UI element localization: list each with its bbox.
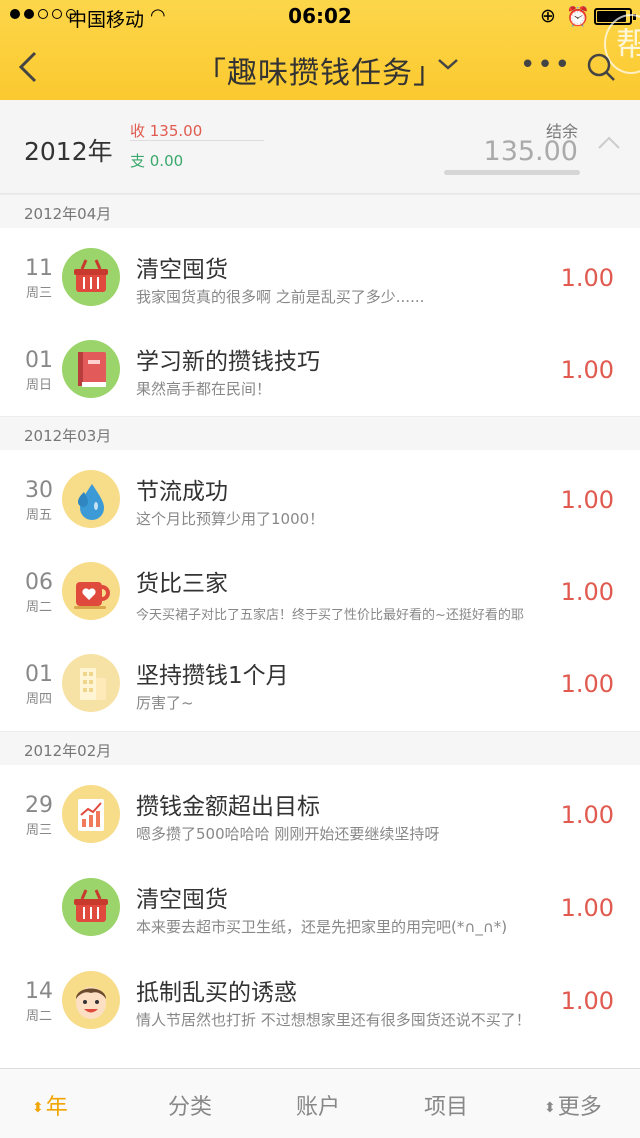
heart-cup-icon xyxy=(62,562,120,620)
item-note: 我家囤货真的很多啊 之前是乱买了多少...... xyxy=(136,288,425,306)
item-title: 节流成功 xyxy=(136,479,228,505)
tab-label: 分类 xyxy=(168,1095,213,1120)
book-icon xyxy=(62,340,120,398)
tab-label: 更多 xyxy=(557,1095,602,1120)
item-note: 嗯多攒了500哈哈哈 刚刚开始还要继续坚持呀 xyxy=(136,825,440,843)
item-weekday: 周二 xyxy=(25,1009,52,1024)
list-item[interactable]: 06 周二 货比三家 今天买裙子对比了五家店！终于买了性价比最好看的~还挺好看的… xyxy=(0,544,640,636)
item-day: 30 xyxy=(25,478,53,503)
balance-value: 135.00 xyxy=(483,136,578,167)
item-note: 情人节居然也打折 不过想想家里还有很多囤货还说不买了！ xyxy=(136,1011,531,1029)
item-amount: 1.00 xyxy=(560,987,614,1015)
item-note: 今天买裙子对比了五家店！终于买了性价比最好看的~还挺好看的耶 xyxy=(136,608,524,623)
tab-label: 账户 xyxy=(296,1095,341,1120)
item-amount: 1.00 xyxy=(560,264,614,292)
item-amount: 1.00 xyxy=(560,578,614,606)
item-title: 攒钱金额超出目标 xyxy=(136,794,320,820)
collapse-icon[interactable] xyxy=(596,132,622,157)
item-amount: 1.00 xyxy=(560,486,614,514)
summary-expense: 支 0.00 xyxy=(130,152,184,170)
tab-account[interactable]: 账户 xyxy=(296,1089,340,1121)
item-amount: 1.00 xyxy=(560,356,614,384)
item-note: 这个月比预算少用了1000！ xyxy=(136,510,325,528)
sort-arrows-icon: ⬍ xyxy=(32,1100,44,1116)
tab-more[interactable]: ⬍更多 xyxy=(544,1089,602,1121)
item-title: 清空囤货 xyxy=(136,887,228,913)
item-note: 厉害了~ xyxy=(136,694,194,712)
water-drop-icon xyxy=(62,470,120,528)
item-weekday: 周三 xyxy=(25,823,52,838)
item-weekday: 周五 xyxy=(25,508,52,523)
item-note: 本来要去超市买卫生纸，还是先把家里的用完吧(*∩_∩*) xyxy=(136,918,508,936)
list-item[interactable]: 14 周二 抵制乱买的诱惑 情人节居然也打折 不过想想家里还有很多囤货还说不买了… xyxy=(0,953,640,1045)
basket-icon xyxy=(62,248,120,306)
item-title: 学习新的攒钱技巧 xyxy=(136,349,320,375)
item-note: 果然高手都在民间！ xyxy=(136,380,272,398)
tab-label: 项目 xyxy=(424,1095,469,1120)
sort-arrows-icon: ⬍ xyxy=(544,1100,556,1116)
more-button[interactable]: ••• xyxy=(520,50,572,80)
tab-label: 年 xyxy=(45,1095,68,1120)
item-day: 01 xyxy=(25,348,53,373)
item-amount: 1.00 xyxy=(560,670,614,698)
smiling-face-icon xyxy=(62,971,120,1029)
search-button[interactable] xyxy=(586,52,616,82)
header-bar: 中国移动 ◠ 06:02 ⊕ ⏰ 帮 「趣味攒钱任务」 ••• xyxy=(0,0,640,100)
summary-income: 收 135.00 xyxy=(130,122,203,140)
month-header: 2012年04月 xyxy=(0,194,640,228)
item-day: 06 xyxy=(25,570,53,595)
list-item[interactable]: 30 周五 节流成功 这个月比预算少用了1000！ 1.00 xyxy=(0,452,640,544)
list-item[interactable]: 11 周三 清空囤货 我家囤货真的很多啊 之前是乱买了多少...... 1.00 xyxy=(0,230,640,322)
list-item[interactable]: 清空囤货 本来要去超市买卫生纸，还是先把家里的用完吧(*∩_∩*) 1.00 xyxy=(0,860,640,952)
search-icon xyxy=(587,53,615,81)
item-day: 14 xyxy=(25,979,53,1004)
chevron-down-icon[interactable] xyxy=(436,52,460,82)
item-amount: 1.00 xyxy=(560,894,614,922)
month-header: 2012年02月 xyxy=(0,731,640,765)
tab-year[interactable]: ⬍年 xyxy=(32,1089,68,1121)
basket-icon xyxy=(62,878,120,936)
item-title: 坚持攒钱1个月 xyxy=(136,663,289,689)
item-title: 清空囤货 xyxy=(136,257,228,283)
list-item[interactable]: 01 周四 坚持攒钱1个月 厉害了~ 1.00 xyxy=(0,636,640,728)
item-title: 货比三家 xyxy=(136,571,228,597)
balance-progress-bar xyxy=(444,170,580,175)
item-day: 01 xyxy=(25,662,53,687)
item-weekday: 周日 xyxy=(25,378,52,393)
alarm-icon: ⏰ xyxy=(566,6,590,28)
app-screen: 中国移动 ◠ 06:02 ⊕ ⏰ 帮 「趣味攒钱任务」 ••• 2012年 收 … xyxy=(0,0,640,1138)
bottom-tab-bar: ⬍年 分类 账户 项目 ⬍更多 xyxy=(0,1068,640,1138)
summary-divider xyxy=(130,140,264,141)
list-item[interactable]: 01 周日 学习新的攒钱技巧 果然高手都在民间！ 1.00 xyxy=(0,322,640,414)
tab-project[interactable]: 项目 xyxy=(424,1089,468,1121)
item-title: 抵制乱买的诱惑 xyxy=(136,980,297,1006)
item-day: 11 xyxy=(25,256,53,281)
status-bar: 中国移动 ◠ 06:02 ⊕ ⏰ xyxy=(0,0,640,32)
rotation-lock-icon: ⊕ xyxy=(540,5,556,27)
trend-chart-icon xyxy=(62,785,120,843)
item-weekday: 周三 xyxy=(25,286,52,301)
item-day: 29 xyxy=(25,793,53,818)
item-weekday: 周四 xyxy=(25,692,52,707)
summary-year[interactable]: 2012年 xyxy=(24,132,113,168)
item-amount: 1.00 xyxy=(560,801,614,829)
tab-category[interactable]: 分类 xyxy=(168,1089,212,1121)
list-item[interactable]: 29 周三 攒钱金额超出目标 嗯多攒了500哈哈哈 刚刚开始还要继续坚持呀 1.… xyxy=(0,767,640,859)
month-header: 2012年03月 xyxy=(0,416,640,450)
building-icon xyxy=(62,654,120,712)
item-weekday: 周二 xyxy=(25,600,52,615)
